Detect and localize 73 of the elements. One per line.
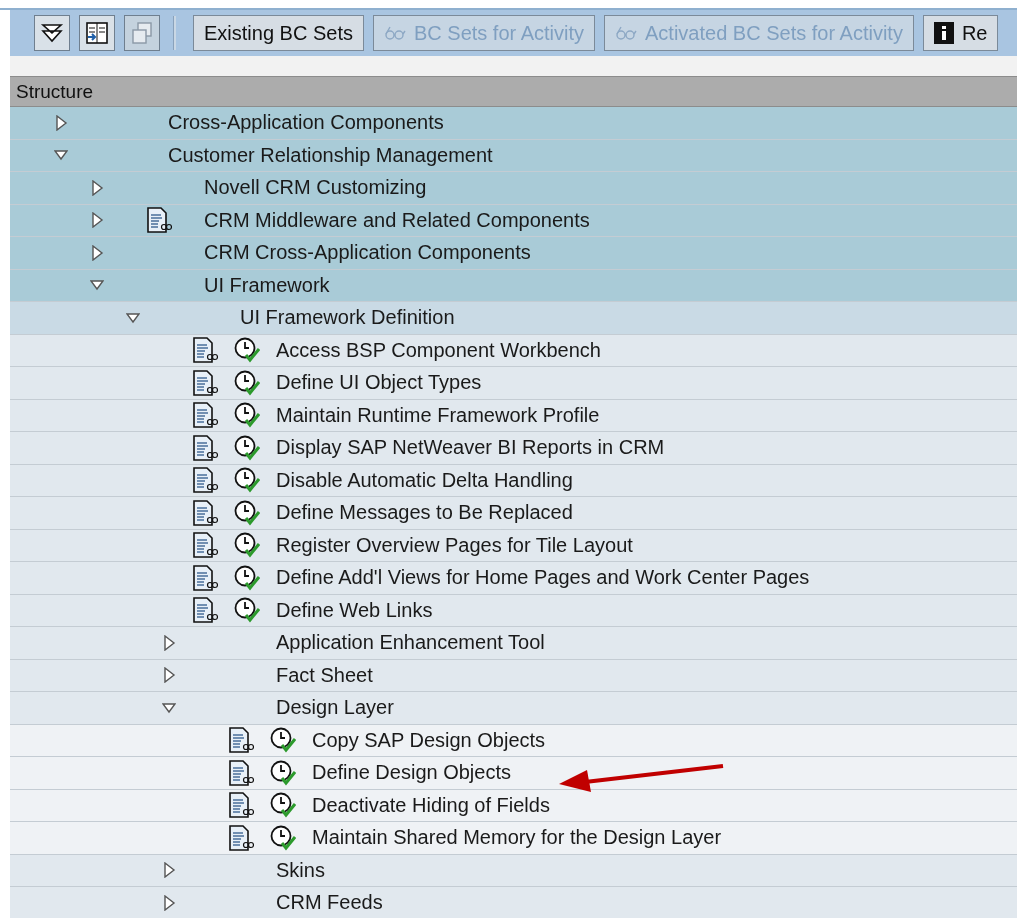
- node-label[interactable]: Skins: [276, 854, 325, 886]
- document-icon[interactable]: [228, 792, 254, 819]
- clock-check-icon[interactable]: [234, 369, 260, 396]
- document-icon[interactable]: [192, 499, 218, 526]
- document-icon[interactable]: [228, 727, 254, 754]
- tree-row[interactable]: Novell CRM Customizing: [10, 172, 1017, 205]
- clock-check-icon[interactable]: [270, 792, 296, 819]
- clock-check-icon[interactable]: [234, 402, 260, 429]
- activity-label[interactable]: Define Design Objects: [312, 757, 511, 789]
- expand-arrow-icon[interactable]: [162, 894, 176, 911]
- tree-row[interactable]: UI Framework: [10, 269, 1017, 302]
- document-arrow-icon: [85, 21, 109, 45]
- document-icon[interactable]: [192, 337, 218, 364]
- toolbar-button[interactable]: Re: [922, 15, 999, 51]
- node-label[interactable]: CRM Feeds: [276, 887, 383, 918]
- tree-row[interactable]: CRM Feeds: [10, 887, 1017, 918]
- info-icon: [933, 22, 954, 44]
- document-icon[interactable]: [192, 597, 218, 624]
- node-label[interactable]: Novell CRM Customizing: [204, 172, 427, 204]
- glasses-icon: [615, 25, 637, 41]
- clock-check-icon[interactable]: [234, 467, 260, 494]
- toolbar-icon-button[interactable]: [79, 15, 115, 51]
- document-icon[interactable]: [146, 207, 172, 234]
- node-label[interactable]: CRM Middleware and Related Components: [204, 204, 590, 236]
- tree-row[interactable]: Skins: [10, 854, 1017, 887]
- toolbar-icon-button[interactable]: [34, 15, 70, 51]
- document-stack-icon: [130, 21, 154, 45]
- clock-check-icon[interactable]: [234, 434, 260, 461]
- glasses-icon: [383, 25, 406, 41]
- expand-arrow-icon[interactable]: [90, 212, 104, 229]
- activity-label[interactable]: Define UI Object Types: [276, 367, 482, 399]
- tree-row[interactable]: Customer Relationship Management: [10, 139, 1017, 172]
- expand-arrow-icon[interactable]: [162, 634, 176, 651]
- tree-row[interactable]: Fact Sheet: [10, 659, 1017, 692]
- expand-all-icon: [40, 21, 64, 45]
- node-label[interactable]: Customer Relationship Management: [168, 139, 493, 171]
- document-icon[interactable]: [192, 369, 218, 396]
- clock-check-icon[interactable]: [234, 499, 260, 526]
- clock-check-icon[interactable]: [270, 759, 296, 786]
- clock-check-icon[interactable]: [234, 597, 260, 624]
- clock-check-icon[interactable]: [234, 532, 260, 559]
- clock-check-icon[interactable]: [234, 337, 260, 364]
- activity-label[interactable]: Define Web Links: [276, 594, 433, 626]
- expand-arrow-icon[interactable]: [162, 667, 176, 684]
- node-label[interactable]: Cross-Application Components: [168, 107, 444, 139]
- tree-row[interactable]: Design Layer: [10, 692, 1017, 725]
- node-label[interactable]: Fact Sheet: [276, 659, 373, 691]
- tree-row[interactable]: Cross-Application Components: [10, 107, 1017, 140]
- node-label[interactable]: CRM Cross-Application Components: [204, 237, 531, 269]
- clock-check-icon[interactable]: [234, 564, 260, 591]
- tree-row[interactable]: UI Framework Definition: [10, 302, 1017, 335]
- document-icon[interactable]: [192, 467, 218, 494]
- document-icon[interactable]: [192, 402, 218, 429]
- expand-arrow-icon[interactable]: [162, 862, 176, 879]
- document-icon[interactable]: [192, 434, 218, 461]
- node-label[interactable]: Design Layer: [276, 692, 394, 724]
- expand-arrow-icon[interactable]: [90, 179, 104, 196]
- clock-check-icon[interactable]: [270, 824, 296, 851]
- tree-row[interactable]: CRM Cross-Application Components: [10, 237, 1017, 270]
- toolbar-button[interactable]: Existing BC Sets: [193, 15, 364, 51]
- node-label[interactable]: UI Framework: [204, 269, 330, 301]
- tree-row[interactable]: CRM Middleware and Related Components: [10, 204, 1017, 237]
- column-header: Structure: [10, 76, 1017, 107]
- document-icon[interactable]: [192, 564, 218, 591]
- node-label[interactable]: UI Framework Definition: [240, 302, 455, 334]
- document-icon[interactable]: [228, 824, 254, 851]
- clock-check-icon[interactable]: [270, 727, 296, 754]
- expand-arrow-icon[interactable]: [90, 244, 104, 261]
- document-icon[interactable]: [192, 532, 218, 559]
- tree-row[interactable]: Application Enhancement Tool: [10, 627, 1017, 660]
- document-icon[interactable]: [228, 759, 254, 786]
- node-label[interactable]: Application Enhancement Tool: [276, 627, 545, 659]
- expand-arrow-icon[interactable]: [54, 114, 68, 131]
